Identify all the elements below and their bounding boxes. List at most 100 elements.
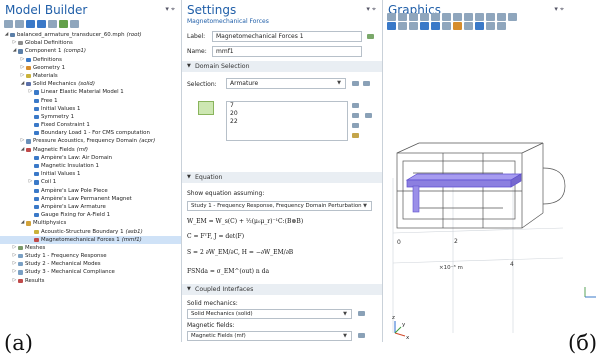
collapsed-arrow-icon[interactable]: ▷ [12,277,17,285]
camera-icon[interactable] [486,22,495,30]
graphics-pin-icon[interactable]: ▾ ⌖ [554,5,564,14]
select-icon[interactable] [464,13,473,21]
move-down-icon[interactable] [37,20,46,28]
selection-dropdown[interactable]: Armature ▼ [226,78,346,89]
go-to-view-icon[interactable] [431,13,440,21]
expanded-arrow-icon[interactable]: ◢ [20,146,25,154]
solid-mechanics-dropdown[interactable]: Solid Mechanics (solid) ▼ [187,309,352,319]
tree-node[interactable]: ▷ Linear Elastic Material Model 1 [0,88,181,96]
select-all-icon[interactable] [431,22,440,30]
domain-selection-header[interactable]: ▼ Domain Selection [182,61,382,72]
selection-link-icon[interactable] [352,81,359,86]
tree-node[interactable]: Ampère's Law Armature [0,203,181,211]
domain-list[interactable]: 7 20 22 [226,101,348,141]
expanded-arrow-icon[interactable]: ◢ [20,219,25,227]
tree-node[interactable]: ▷ Geometry 1 [0,64,181,72]
tree-node[interactable]: Fixed Constraint 1 [0,121,181,129]
lights-icon[interactable] [475,22,484,30]
pan-icon[interactable] [453,13,462,21]
graphics-canvas[interactable]: 0 2 4 ×10⁻³ m z y x [383,33,570,342]
grid-icon[interactable] [497,13,506,21]
forward-icon[interactable] [15,20,24,28]
zoom-box-icon[interactable] [409,13,418,21]
tree-node[interactable]: Initial Values 1 [0,170,181,178]
zoom-in-icon[interactable] [387,13,396,21]
refresh-icon[interactable] [508,13,517,21]
tree-node[interactable]: Free 1 [0,97,181,105]
tree-node[interactable]: ▷ Meshes [0,244,181,252]
tree-node[interactable]: ◢ Multiphysics [0,219,181,227]
collapsed-arrow-icon[interactable]: ▷ [28,88,33,96]
name-field[interactable]: mmf1 [212,46,362,57]
equation-header[interactable]: ▼ Equation [182,172,382,183]
tree-node[interactable]: ▷ Results [0,277,181,285]
clear-selection-icon[interactable] [352,123,359,128]
tree-node[interactable]: Ampère's Law Pole Piece [0,187,181,195]
add-to-selection-icon[interactable] [352,103,359,108]
expand-icon[interactable] [70,20,79,28]
tree-node[interactable]: Symmetry 1 [0,113,181,121]
collapsed-arrow-icon[interactable]: ▷ [28,178,33,186]
transparency-icon[interactable] [486,13,495,21]
label-reset-icon[interactable] [367,34,374,39]
collapsed-arrow-icon[interactable]: ▷ [20,137,25,145]
tree-node[interactable]: Magnetomechanical Forces 1 (mmf1) [0,235,181,244]
collapsed-arrow-icon[interactable]: ▷ [12,268,17,276]
tree-node[interactable]: ▷ Study 2 - Mechanical Modes [0,260,181,268]
collapse-icon[interactable] [59,20,68,28]
collapsed-arrow-icon[interactable]: ▷ [12,244,17,252]
wireframe-icon[interactable] [475,13,484,21]
select-points-icon[interactable] [420,22,429,30]
domain-list-item[interactable]: 20 [227,110,347,118]
coupled-interfaces-header[interactable]: ▼ Coupled Interfaces [182,284,382,295]
tree-node[interactable]: ▷ Pressure Acoustics, Frequency Domain (ac… [0,137,181,145]
zoom-selection-icon[interactable] [352,133,359,138]
collapsed-arrow-icon[interactable]: ▷ [12,252,17,260]
tree-node[interactable]: ◢ Magnetic Fields (mf) [0,146,181,154]
tree-node[interactable]: ▷ Materials [0,72,181,80]
zoom-extents-icon[interactable] [420,13,429,21]
paste-selection-icon[interactable] [365,113,372,118]
show-all-icon[interactable] [464,22,473,30]
tree-node[interactable]: Acoustic-Structure Boundary 1 (asb1) [0,228,181,236]
tree-node[interactable]: ▷ Coil 1 [0,178,181,186]
tree-node[interactable]: Boundary Load 1 - For CMS computation [0,129,181,137]
tree-node[interactable]: Magnetic Insulation 1 [0,162,181,170]
clear-selection-icon[interactable] [442,22,451,30]
magnetic-fields-dropdown[interactable]: Magnetic Fields (mf) ▼ [187,331,352,341]
select-boundaries-icon[interactable] [398,22,407,30]
armature-highlight[interactable] [405,173,523,213]
tree-node[interactable]: ▷ Global Definitions [0,39,181,47]
expanded-arrow-icon[interactable]: ◢ [12,47,17,55]
tree-node[interactable]: ◢ Solid Mechanics (solid) [0,80,181,88]
tree-node[interactable]: ◢ Component 1 (comp1) [0,47,181,55]
collapsed-arrow-icon[interactable]: ▷ [20,64,25,72]
collapsed-arrow-icon[interactable]: ▷ [12,39,17,47]
move-up-icon[interactable] [26,20,35,28]
model-builder-pin-icon[interactable]: ▾ ⌖ [165,5,175,14]
domain-list-item[interactable]: 22 [227,118,347,126]
domain-list-item[interactable]: 7 [227,102,347,110]
tree-node[interactable]: ▷ Study 3 - Mechanical Compliance [0,268,181,276]
print-icon[interactable] [497,22,506,30]
collapsed-arrow-icon[interactable]: ▷ [20,72,25,80]
label-field[interactable]: Magnetomechanical Forces 1 [212,31,362,42]
hide-icon[interactable] [453,22,462,30]
tree-node[interactable]: Initial Values 1 [0,105,181,113]
tree-node[interactable]: Ampère's Law Permanent Magnet [0,195,181,203]
rotate-icon[interactable] [442,13,451,21]
tree-node[interactable]: ▷ Definitions [0,56,181,64]
copy-selection-icon[interactable] [352,113,359,118]
show-icon[interactable] [48,20,57,28]
select-edges-icon[interactable] [409,22,418,30]
back-icon[interactable] [4,20,13,28]
tree-node[interactable]: Gauge Fixing for A-Field 1 [0,211,181,219]
zoom-out-icon[interactable] [398,13,407,21]
magnetic-go-to-icon[interactable] [358,333,365,338]
selection-create-icon[interactable] [363,81,370,86]
settings-pin-icon[interactable]: ▾ ⌖ [366,5,376,14]
select-domains-icon[interactable] [387,22,396,30]
tree-node[interactable]: Ampère's Law: Air Domain [0,154,181,162]
collapsed-arrow-icon[interactable]: ▷ [20,56,25,64]
equation-study-dropdown[interactable]: Study 1 - Frequency Response, Frequency … [187,201,372,211]
